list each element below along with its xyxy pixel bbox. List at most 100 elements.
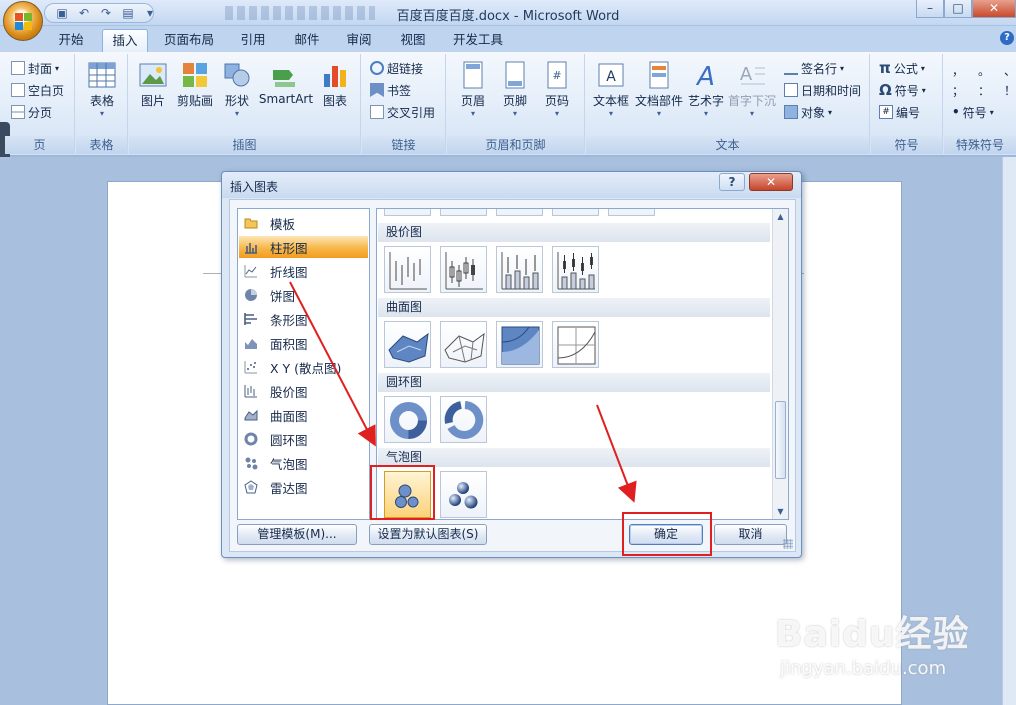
header-button[interactable]: 页眉 ▾ [453, 60, 493, 119]
category-scatter[interactable]: X Y (散点图) [239, 356, 368, 378]
bookmark-button[interactable]: 书签 [370, 80, 411, 100]
help-icon[interactable]: ? [1000, 31, 1014, 45]
doughnut-chart-thumbnail[interactable] [440, 396, 487, 443]
category-area[interactable]: 面积图 [239, 332, 368, 354]
scroll-thumb[interactable] [775, 401, 786, 479]
stock-chart-thumbnail[interactable] [384, 246, 431, 293]
omega-icon: Ω [879, 81, 892, 99]
group-label: 符号 [871, 136, 942, 154]
chart-thumbnail[interactable] [496, 209, 543, 216]
dialog-close-button[interactable]: ✕ [749, 173, 793, 191]
baidu-watermark-logo: Baidu经验 [775, 614, 970, 655]
category-radar[interactable]: 雷达图 [239, 476, 368, 498]
smartart-button[interactable]: SmartArt [257, 60, 315, 106]
special-char[interactable]: 、 [1004, 62, 1016, 79]
stock-chart-thumbnail[interactable] [440, 246, 487, 293]
category-bar[interactable]: 条形图 [239, 308, 368, 330]
tab-references[interactable]: 引用 [232, 29, 274, 52]
resize-grip[interactable] [783, 539, 793, 549]
scroll-up-icon[interactable]: ▲ [773, 209, 788, 224]
clip-art-button[interactable]: 剪贴画 [173, 60, 217, 109]
special-symbol-button[interactable]: • 符号 ▾ [952, 102, 994, 122]
stock-chart-thumbnail[interactable] [552, 246, 599, 293]
special-char[interactable]: ， [952, 62, 964, 79]
page-break-button[interactable]: 分页 [11, 102, 52, 122]
text-box-button[interactable]: A 文本框 ▾ [590, 60, 632, 119]
tab-home[interactable]: 开始 [50, 29, 92, 52]
quick-parts-button[interactable]: 文档部件 ▾ [634, 60, 684, 119]
date-time-button[interactable]: 日期和时间 [784, 80, 861, 100]
surface-chart-thumbnail[interactable] [384, 321, 431, 368]
group-label: 表格 [76, 136, 127, 154]
hyperlink-button[interactable]: 超链接 [370, 58, 423, 78]
chart-thumbnail[interactable] [440, 209, 487, 216]
wordart-button[interactable]: A 艺术字 ▾ [686, 60, 726, 119]
special-char[interactable]: ： [978, 82, 990, 99]
surface-chart-thumbnail[interactable] [496, 321, 543, 368]
doughnut-chart-thumbnail[interactable] [384, 396, 431, 443]
chart-thumbnail[interactable] [552, 209, 599, 216]
table-button[interactable]: 表格 ▾ [84, 60, 120, 119]
dialog-help-button[interactable]: ? [719, 173, 745, 191]
surface-chart-thumbnail[interactable] [552, 321, 599, 368]
stock-chart-thumbnail[interactable] [496, 246, 543, 293]
office-button[interactable] [3, 1, 43, 41]
chart-thumbnail[interactable] [384, 209, 431, 216]
category-bubble[interactable]: 气泡图 [239, 452, 368, 474]
pi-icon: π [879, 59, 891, 77]
highlight-box-bubble [370, 465, 435, 520]
tab-developer[interactable]: 开发工具 [446, 29, 510, 52]
cross-reference-button[interactable]: 交叉引用 [370, 102, 435, 122]
category-doughnut[interactable]: 圆环图 [239, 428, 368, 450]
category-stock[interactable]: 股价图 [239, 380, 368, 402]
vertical-scrollbar[interactable] [1002, 157, 1016, 705]
chart-button[interactable]: 图表 [317, 60, 353, 109]
set-default-chart-button[interactable]: 设置为默认图表(S) [369, 524, 487, 545]
minimize-button[interactable]: – [916, 0, 944, 18]
scroll-down-icon[interactable]: ▼ [773, 504, 788, 519]
tab-view[interactable]: 视图 [392, 29, 434, 52]
gallery-scrollbar[interactable]: ▲ ▼ [772, 209, 788, 519]
area-chart-icon [245, 339, 257, 349]
tab-mailings[interactable]: 邮件 [286, 29, 328, 52]
category-column[interactable]: 柱形图 [239, 236, 368, 258]
maximize-button[interactable]: □ [944, 0, 972, 18]
object-button[interactable]: 对象 ▾ [784, 102, 832, 122]
special-char[interactable]: ； [952, 82, 964, 99]
special-char[interactable]: 。 [978, 62, 990, 79]
numbering-button[interactable]: # 编号 [879, 102, 920, 122]
footer-icon [505, 61, 525, 89]
signature-line-button[interactable]: 签名行 ▾ [784, 58, 844, 78]
svg-text:A: A [606, 69, 616, 85]
category-template[interactable]: 模板 [239, 212, 368, 234]
picture-button[interactable]: 图片 [135, 60, 171, 109]
page-number-button[interactable]: # 页码 ▾ [537, 60, 577, 119]
category-surface[interactable]: 曲面图 [239, 404, 368, 426]
manage-templates-button[interactable]: 管理模板(M)... [237, 524, 357, 545]
special-char[interactable]: ！ [1004, 82, 1016, 99]
category-pie[interactable]: 饼图 [239, 284, 368, 306]
cancel-button[interactable]: 取消 [714, 524, 787, 545]
bubble-chart-thumbnail[interactable] [440, 471, 487, 518]
blank-page-button[interactable]: 空白页 [11, 80, 64, 100]
tab-page-layout[interactable]: 页面布局 [158, 29, 220, 52]
chart-thumbnail[interactable] [608, 209, 655, 216]
cover-page-button[interactable]: 封面 ▾ [11, 58, 59, 78]
tab-insert[interactable]: 插入 [102, 29, 148, 52]
equation-button[interactable]: π 公式 ▾ [879, 58, 925, 78]
symbol-button[interactable]: Ω 符号 ▾ [879, 80, 926, 100]
bar-chart-icon [244, 313, 257, 325]
drop-cap-button[interactable]: A 首字下沉 ▾ [726, 60, 778, 119]
bullet-icon: • [952, 105, 960, 119]
shapes-button[interactable]: 形状 ▾ [219, 60, 255, 119]
group-label: 页 [5, 136, 74, 154]
footer-button[interactable]: 页脚 ▾ [495, 60, 535, 119]
group-tables: 表格 ▾ 表格 [76, 54, 128, 154]
special-chars-row-1: ， 。 、 [952, 60, 1016, 80]
contour-icon [501, 326, 540, 365]
category-line[interactable]: 折线图 [239, 260, 368, 282]
drop-cap-icon: A [740, 64, 765, 85]
close-button[interactable]: ✕ [972, 0, 1016, 18]
tab-review[interactable]: 审阅 [338, 29, 380, 52]
surface-chart-thumbnail[interactable] [440, 321, 487, 368]
